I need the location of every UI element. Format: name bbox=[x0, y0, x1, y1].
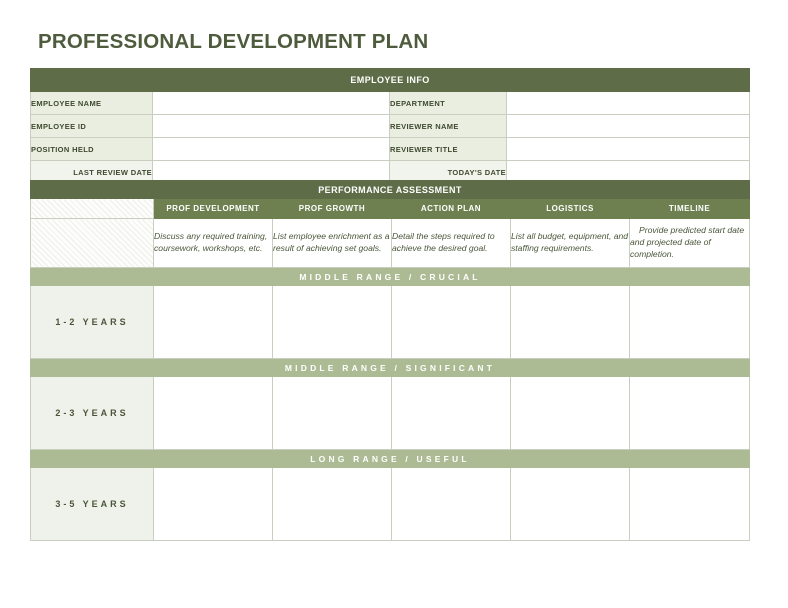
employee-info-table: EMPLOYEE INFO EMPLOYEE NAME DEPARTMENT E… bbox=[29, 68, 751, 184]
description-prof-development: Discuss any required training, coursewor… bbox=[153, 218, 273, 268]
assessment-description-row: Discuss any required training, coursewor… bbox=[30, 218, 751, 268]
entry-cell-timeline[interactable] bbox=[628, 467, 751, 541]
band-label-middle-range-crucial: MIDDLE RANGE / CRUCIAL bbox=[29, 267, 751, 286]
entry-cell-logistics[interactable] bbox=[510, 467, 630, 541]
entry-cell-prof-growth[interactable] bbox=[272, 467, 392, 541]
entry-cell-prof-development[interactable] bbox=[153, 285, 273, 359]
department-label: DEPARTMENT bbox=[389, 91, 507, 115]
employee-id-label: EMPLOYEE ID bbox=[30, 114, 153, 138]
entry-cell-action-plan[interactable] bbox=[391, 285, 511, 359]
table-row: EMPLOYEE ID REVIEWER NAME bbox=[30, 114, 751, 138]
entry-cell-prof-growth[interactable] bbox=[272, 285, 392, 359]
employee-id-input[interactable] bbox=[152, 114, 390, 138]
employee-info-header-row: EMPLOYEE INFO bbox=[29, 68, 751, 92]
document-page: PROFESSIONAL DEVELOPMENT PLAN EMPLOYEE I… bbox=[0, 0, 788, 608]
description-logistics: List all budget, equipment, and staffing… bbox=[510, 218, 630, 268]
description-row-hatched-cell bbox=[30, 218, 154, 268]
band-header-row: LONG RANGE / USEFUL bbox=[29, 449, 751, 468]
year-label-1-2-years: 1-2 YEARS bbox=[30, 285, 154, 359]
entry-cell-action-plan[interactable] bbox=[391, 467, 511, 541]
entry-cell-prof-development[interactable] bbox=[153, 467, 273, 541]
description-timeline: Provide predicted start date and project… bbox=[628, 218, 751, 268]
band-entry-row: 1-2 YEARS bbox=[30, 285, 751, 359]
entry-cell-prof-development[interactable] bbox=[153, 376, 273, 450]
year-label-2-3-years: 2-3 YEARS bbox=[30, 376, 154, 450]
year-label-3-5-years: 3-5 YEARS bbox=[30, 467, 154, 541]
description-action-plan: Detail the steps required to achieve the… bbox=[391, 218, 511, 268]
entry-cell-action-plan[interactable] bbox=[391, 376, 511, 450]
page-title: PROFESSIONAL DEVELOPMENT PLAN bbox=[38, 30, 429, 53]
column-header-prof-growth: PROF GROWTH bbox=[272, 198, 392, 219]
reviewer-name-label: REVIEWER NAME bbox=[389, 114, 507, 138]
band-label-middle-range-significant: MIDDLE RANGE / SIGNIFICANT bbox=[29, 358, 751, 377]
employee-info-section-title: EMPLOYEE INFO bbox=[29, 68, 751, 92]
entry-cell-timeline[interactable] bbox=[628, 285, 751, 359]
assessment-column-header-row: PROF DEVELOPMENT PROF GROWTH ACTION PLAN… bbox=[30, 198, 751, 219]
column-header-logistics: LOGISTICS bbox=[510, 198, 630, 219]
position-held-label: POSITION HELD bbox=[30, 137, 153, 161]
band-label-long-range-useful: LONG RANGE / USEFUL bbox=[29, 449, 751, 468]
assessment-header-row: PERFORMANCE ASSESSMENT bbox=[29, 180, 751, 199]
performance-assessment-section-title: PERFORMANCE ASSESSMENT bbox=[29, 180, 751, 199]
column-header-action-plan: ACTION PLAN bbox=[391, 198, 511, 219]
reviewer-title-label: REVIEWER TITLE bbox=[389, 137, 507, 161]
band-entry-row: 2-3 YEARS bbox=[30, 376, 751, 450]
entry-cell-logistics[interactable] bbox=[510, 285, 630, 359]
position-held-input[interactable] bbox=[152, 137, 390, 161]
performance-assessment-table: PERFORMANCE ASSESSMENT PROF DEVELOPMENT … bbox=[29, 180, 751, 541]
employee-name-input[interactable] bbox=[152, 91, 390, 115]
entry-cell-logistics[interactable] bbox=[510, 376, 630, 450]
column-header-timeline: TIMELINE bbox=[628, 198, 751, 219]
reviewer-name-input[interactable] bbox=[505, 114, 751, 138]
column-header-prof-development: PROF DEVELOPMENT bbox=[153, 198, 273, 219]
corner-hatched-cell bbox=[30, 198, 154, 219]
band-header-row: MIDDLE RANGE / CRUCIAL bbox=[29, 267, 751, 286]
description-prof-growth: List employee enrichment as a result of … bbox=[272, 218, 392, 268]
band-header-row: MIDDLE RANGE / SIGNIFICANT bbox=[29, 358, 751, 377]
band-entry-row: 3-5 YEARS bbox=[30, 467, 751, 541]
entry-cell-prof-growth[interactable] bbox=[272, 376, 392, 450]
employee-name-label: EMPLOYEE NAME bbox=[30, 91, 153, 115]
table-row: EMPLOYEE NAME DEPARTMENT bbox=[30, 91, 751, 115]
reviewer-title-input[interactable] bbox=[505, 137, 751, 161]
department-input[interactable] bbox=[505, 91, 751, 115]
table-row: POSITION HELD REVIEWER TITLE bbox=[30, 137, 751, 161]
entry-cell-timeline[interactable] bbox=[628, 376, 751, 450]
